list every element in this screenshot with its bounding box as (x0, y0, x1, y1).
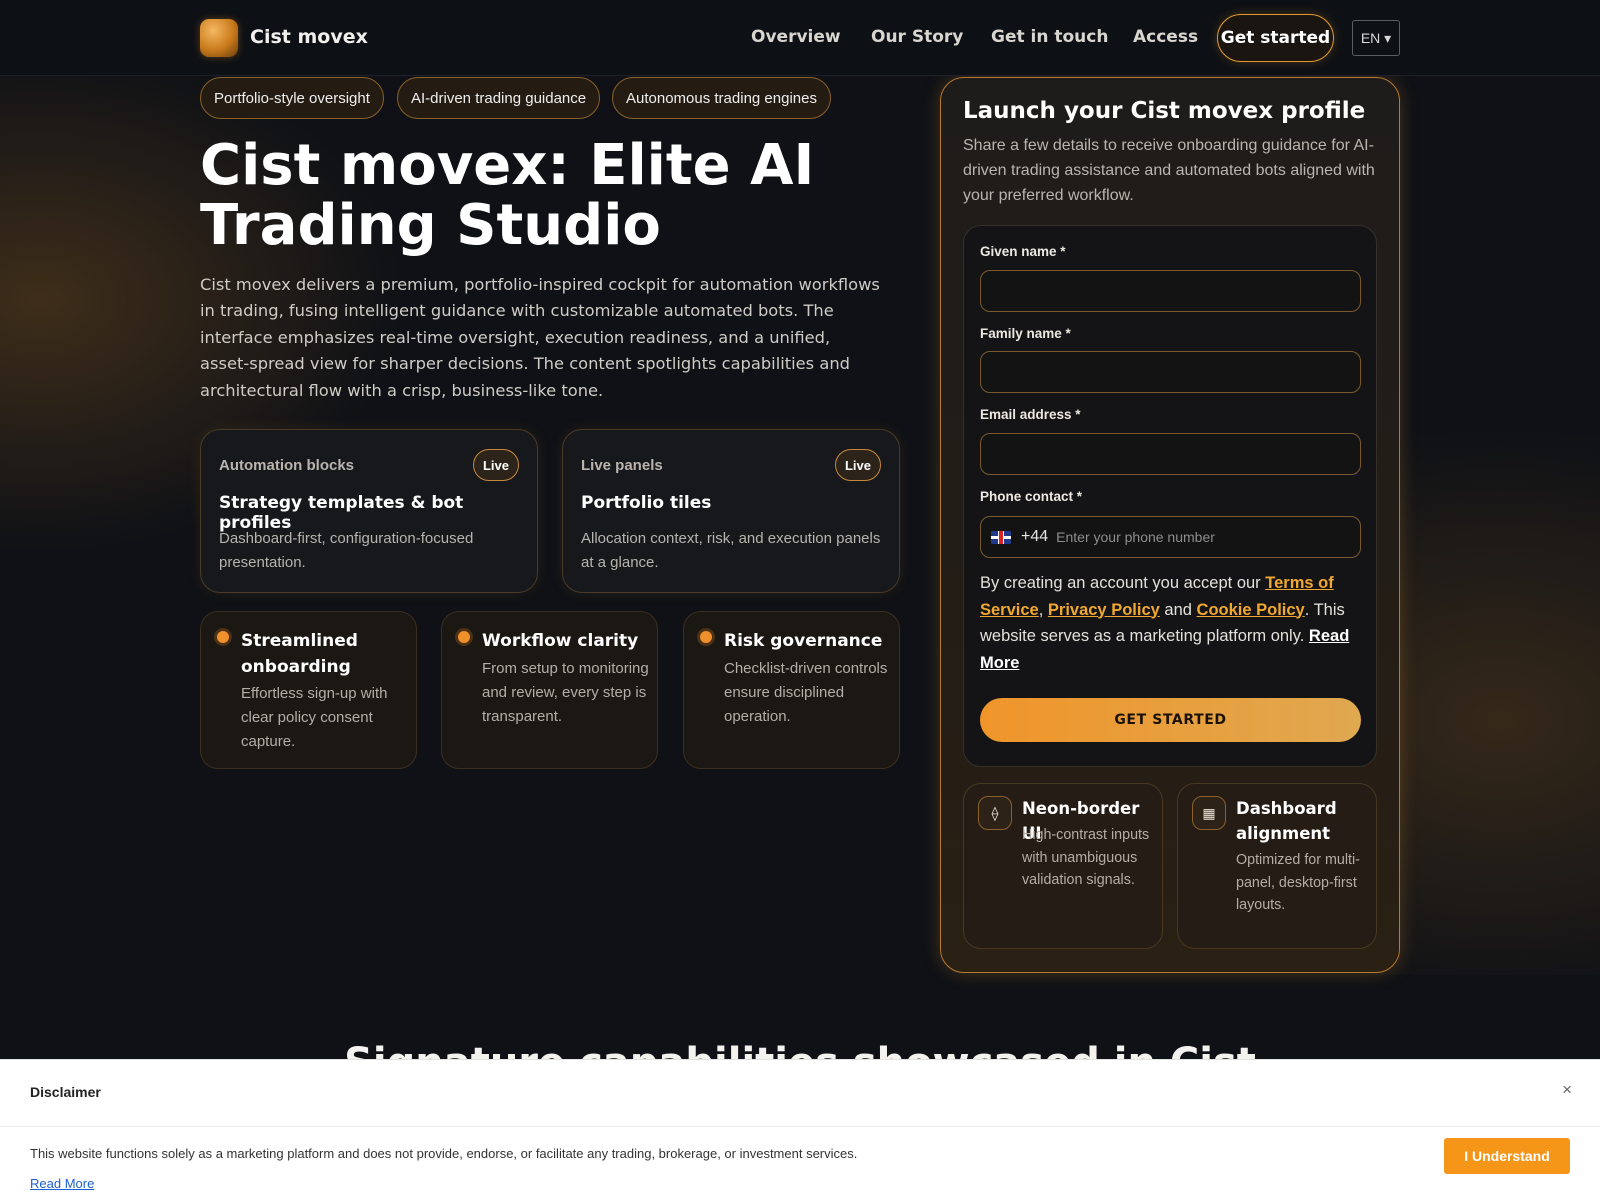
family-name-input[interactable] (980, 351, 1361, 393)
consent-text: By creating an account you accept our Te… (980, 574, 1350, 672)
hero-description: Cist movex delivers a premium, portfolio… (200, 275, 880, 400)
email-input[interactable] (980, 433, 1361, 475)
consent-prefix: By creating an account you accept our (980, 574, 1261, 592)
bullet-dot-icon (217, 631, 229, 643)
email-label: Email address * (980, 407, 1081, 422)
benefit-title: Risk governance (724, 631, 883, 651)
feature-card-automation: Automation blocks Live Strategy template… (200, 429, 538, 593)
nav-our-story[interactable]: Our Story (871, 27, 963, 47)
benefit-desc: From setup to monitoring and review, eve… (482, 660, 649, 725)
signup-form: Given name * Family name * Email address… (963, 225, 1377, 767)
uk-flag-icon[interactable] (991, 530, 1011, 544)
benefit-desc: Effortless sign-up with clear policy con… (241, 685, 388, 750)
feature-card-title: Portfolio tiles (581, 493, 712, 513)
close-icon[interactable]: × (1562, 1080, 1572, 1100)
mini-card-dashboard: ▦ Dashboard alignment Optimized for mult… (1177, 783, 1377, 949)
grid-icon: ▦ (1192, 796, 1226, 830)
hero-title: Cist movex: Elite AI Trading Studio (200, 133, 815, 258)
benefit-card-onboarding: Streamlined onboarding Effortless sign-u… (200, 611, 417, 769)
feature-card-desc: Allocation context, risk, and execution … (581, 530, 881, 571)
mini-card-desc: Optimized for multi-panel, desktop-first… (1236, 852, 1360, 913)
pill-ai-guidance: AI-driven trading guidance (397, 77, 601, 119)
cookie-link[interactable]: Cookie Policy (1197, 601, 1305, 619)
pill-autonomous-engines: Autonomous trading engines (612, 77, 831, 119)
pill-portfolio-oversight: Portfolio-style oversight (200, 77, 384, 119)
consent-and: and (1164, 600, 1192, 619)
benefit-title: Streamlined onboarding (241, 631, 358, 677)
phone-field: +44 (980, 516, 1361, 558)
header-get-started-button[interactable]: Get started (1217, 14, 1334, 62)
phone-input[interactable] (1048, 517, 1360, 557)
language-selector[interactable]: EN ▾ (1352, 20, 1400, 56)
live-badge: Live (473, 449, 519, 481)
nav-get-in-touch[interactable]: Get in touch (991, 27, 1108, 47)
nav-access[interactable]: Access (1133, 27, 1198, 47)
family-name-label: Family name * (980, 326, 1071, 341)
brand-logo-icon[interactable] (200, 19, 238, 57)
disclaimer-header: Disclaimer × (0, 1060, 1600, 1127)
diamond-icon: ⟠ (978, 796, 1012, 830)
mini-card-title: Dashboard alignment (1236, 799, 1337, 843)
dial-code[interactable]: +44 (1021, 528, 1048, 546)
brand-name[interactable]: Cist movex (250, 26, 368, 48)
benefit-title: Workflow clarity (482, 631, 639, 651)
top-navbar: Cist movex Overview Our Story Get in tou… (0, 0, 1600, 76)
given-name-label: Given name * (980, 244, 1066, 259)
given-name-input[interactable] (980, 270, 1361, 312)
benefit-card-risk: Risk governance Checklist-driven control… (683, 611, 900, 769)
bullet-dot-icon (458, 631, 470, 643)
disclaimer-read-more-link[interactable]: Read More (30, 1176, 94, 1191)
disclaimer-title: Disclaimer (30, 1084, 101, 1100)
get-started-submit-button[interactable]: GET STARTED (980, 698, 1361, 742)
feature-card-desc: Dashboard-first, configuration-focused p… (219, 530, 474, 571)
mini-card-desc: High-contrast inputs with unambiguous va… (1022, 827, 1150, 888)
live-badge: Live (835, 449, 881, 481)
i-understand-button[interactable]: I Understand (1444, 1138, 1570, 1174)
bullet-dot-icon (700, 631, 712, 643)
signup-subtitle: Share a few details to receive onboardin… (963, 137, 1375, 204)
benefit-card-workflow: Workflow clarity From setup to monitorin… (441, 611, 658, 769)
phone-label: Phone contact * (980, 489, 1083, 504)
signup-panel: Launch your Cist movex profile Share a f… (940, 77, 1400, 973)
privacy-link[interactable]: Privacy Policy (1048, 601, 1160, 619)
feature-card-live-panels: Live panels Live Portfolio tiles Allocat… (562, 429, 900, 593)
feature-card-tag: Automation blocks (219, 457, 355, 474)
mini-card-neon-ui: ⟠ Neon-border UI High-contrast inputs wi… (963, 783, 1163, 949)
disclaimer-text: This website functions solely as a marke… (30, 1146, 858, 1161)
signup-title: Launch your Cist movex profile (963, 98, 1366, 124)
benefit-desc: Checklist-driven controls ensure discipl… (724, 660, 888, 725)
disclaimer-banner: Disclaimer × This website functions sole… (0, 1059, 1600, 1200)
feature-card-tag: Live panels (581, 457, 663, 474)
nav-overview[interactable]: Overview (751, 27, 841, 47)
